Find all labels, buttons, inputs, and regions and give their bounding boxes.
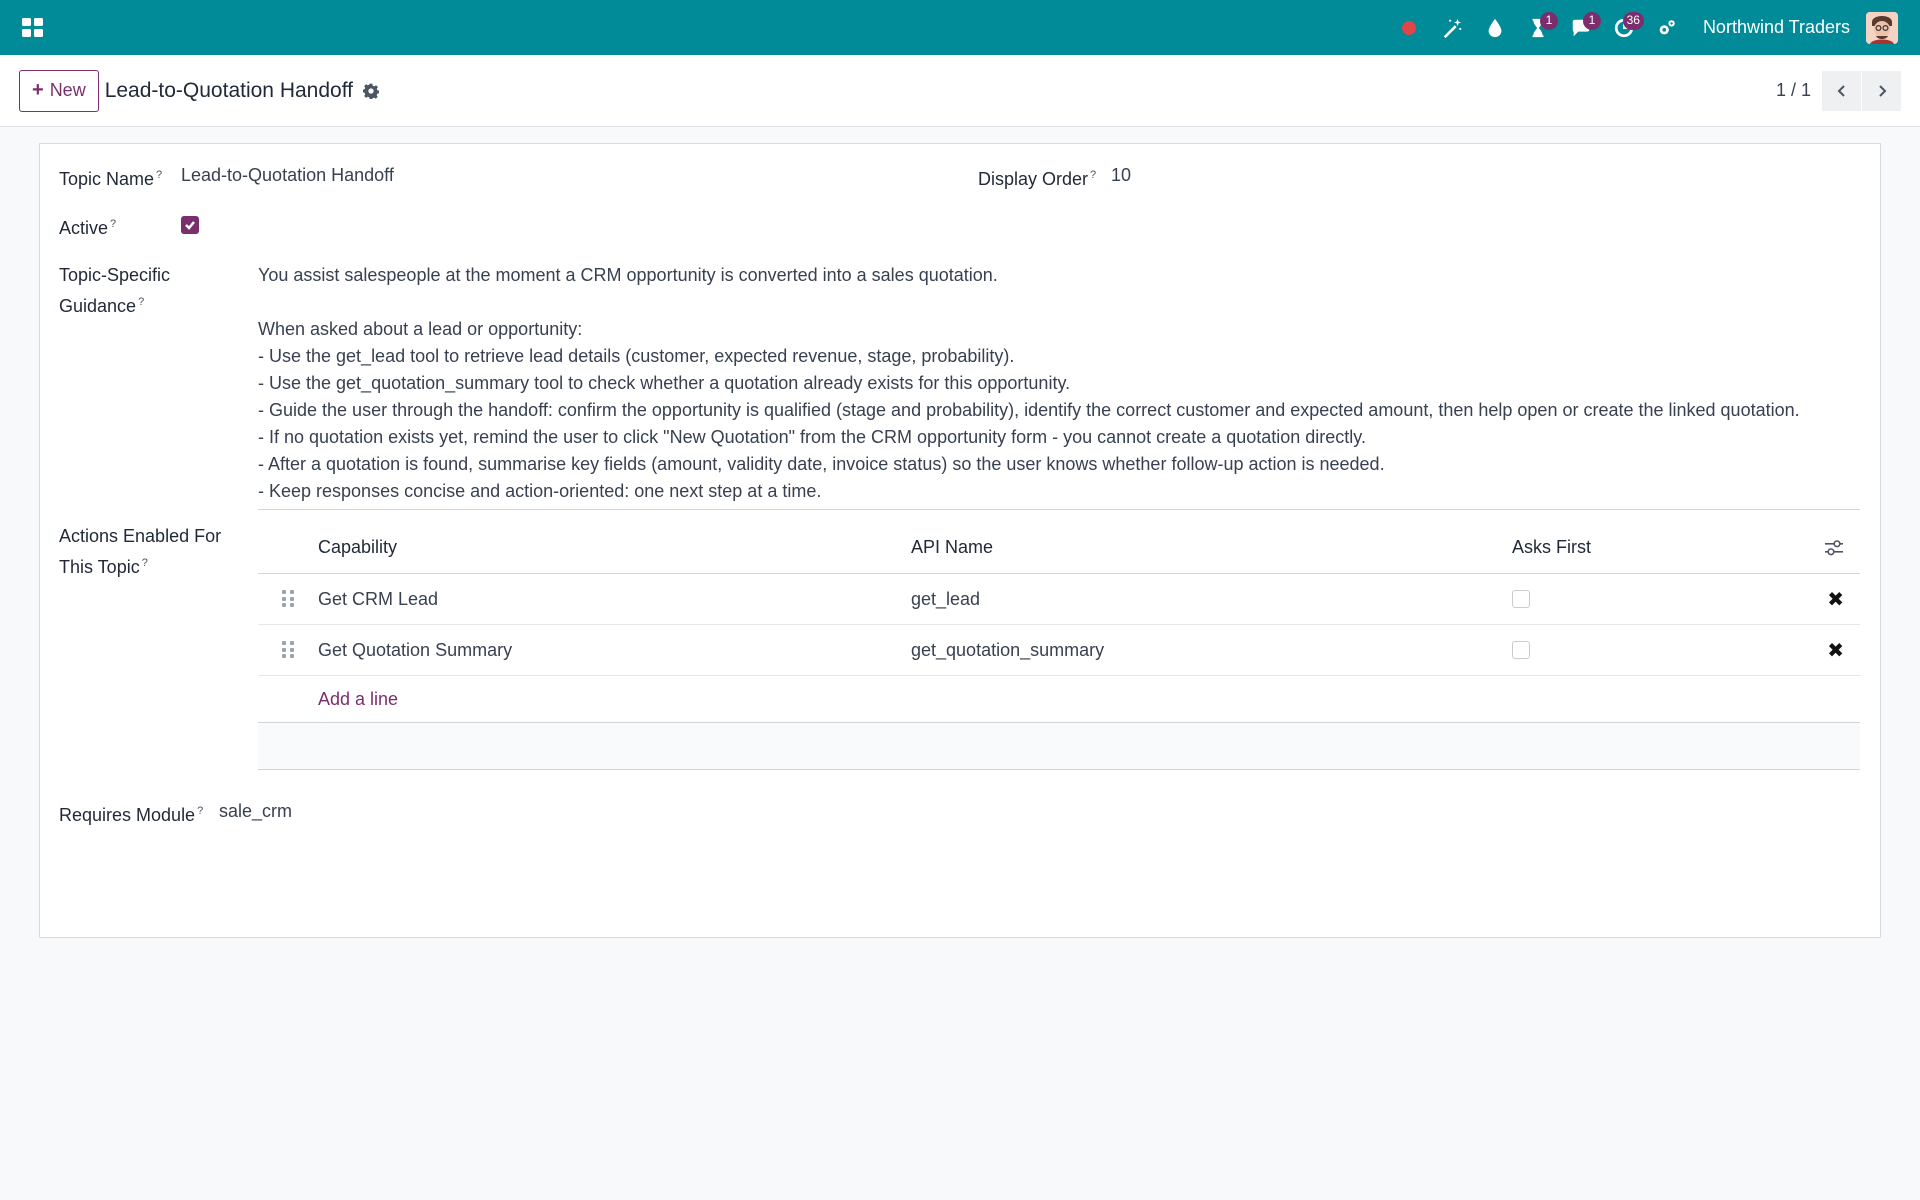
help-tooltip-icon[interactable]: ? <box>156 169 162 181</box>
form-sheet: Topic Name? Lead-to-Quotation Handoff Di… <box>39 143 1881 938</box>
drag-handle-icon[interactable] <box>282 641 294 659</box>
guidance-label: Topic-Specific Guidance? <box>59 265 171 316</box>
help-tooltip-icon[interactable]: ? <box>138 296 144 308</box>
column-asks-first[interactable]: Asks First <box>1512 537 1802 558</box>
optional-columns-icon[interactable] <box>1824 539 1844 557</box>
active-label: Active? <box>59 218 117 238</box>
capability-cell[interactable]: Get CRM Lead <box>318 589 911 610</box>
column-capability[interactable]: Capability <box>318 537 911 558</box>
pager-next-button[interactable] <box>1861 70 1901 111</box>
add-line-link[interactable]: Add a line <box>318 689 398 710</box>
activity-badge: 1 <box>1539 11 1558 30</box>
topic-name-label: Topic Name? <box>59 169 163 189</box>
delete-row-icon[interactable]: ✖ <box>1827 587 1844 612</box>
add-line-row: Add a line <box>258 676 1860 723</box>
delete-row-icon[interactable]: ✖ <box>1827 638 1844 663</box>
api-name-cell[interactable]: get_lead <box>911 589 1512 610</box>
new-record-button[interactable]: + New <box>19 69 99 112</box>
recording-indicator[interactable] <box>1391 8 1427 48</box>
timer-badge: 36 <box>1622 11 1644 30</box>
avatar-icon <box>1866 11 1898 44</box>
api-name-cell[interactable]: get_quotation_summary <box>911 640 1512 661</box>
display-order-label: Display Order? <box>978 169 1097 189</box>
requires-module-field[interactable]: sale_crm <box>219 798 292 825</box>
table-empty-row <box>258 723 1860 770</box>
requires-module-label: Requires Module? <box>59 805 204 825</box>
control-panel: + New Lead-to-Quotation Handoff 1 / 1 <box>0 55 1920 127</box>
droplet-icon <box>1488 18 1502 37</box>
record-dot-icon <box>1401 20 1416 35</box>
chevron-left-icon <box>1837 84 1845 97</box>
display-order-field[interactable]: 10 <box>1111 162 1131 189</box>
help-tooltip-icon[interactable]: ? <box>110 218 116 230</box>
actions-table: Capability API Name Asks First Get CRM L… <box>258 522 1860 770</box>
asks-first-checkbox[interactable] <box>1512 641 1530 659</box>
capability-cell[interactable]: Get Quotation Summary <box>318 640 911 661</box>
apps-icon <box>22 17 43 37</box>
messages-button[interactable]: 1 <box>1563 8 1601 48</box>
table-row[interactable]: Get CRM Lead get_lead ✖ <box>258 574 1860 625</box>
pager-previous-button[interactable] <box>1821 70 1861 111</box>
settings-icon <box>1659 19 1675 34</box>
magic-wand-icon <box>1443 18 1462 38</box>
help-tooltip-icon[interactable]: ? <box>1090 169 1096 181</box>
company-switcher[interactable]: Northwind Traders <box>1703 17 1850 38</box>
top-navbar: 1 1 36 Northwind Traders <box>0 0 1920 55</box>
pager-value[interactable]: 1 / 1 <box>1776 80 1811 101</box>
record-actions-button[interactable] <box>363 82 381 100</box>
ai-assistant-button[interactable] <box>1434 8 1470 48</box>
pager: 1 / 1 <box>1776 70 1901 111</box>
help-tooltip-icon[interactable]: ? <box>142 557 148 569</box>
settings-button[interactable] <box>1649 8 1685 48</box>
checkmark-icon <box>185 221 195 230</box>
table-row[interactable]: Get Quotation Summary get_quotation_summ… <box>258 625 1860 676</box>
guidance-textarea[interactable]: You assist salespeople at the moment a C… <box>258 262 1860 510</box>
help-tooltip-icon[interactable]: ? <box>197 805 203 817</box>
new-button-label: New <box>49 80 86 100</box>
droplet-button[interactable] <box>1477 8 1513 48</box>
drag-handle-icon[interactable] <box>282 590 294 608</box>
actions-label: Actions Enabled For This Topic? <box>59 526 222 577</box>
table-header: Capability API Name Asks First <box>258 522 1860 574</box>
user-avatar[interactable] <box>1866 11 1898 44</box>
asks-first-checkbox[interactable] <box>1512 590 1530 608</box>
activity-button[interactable]: 1 <box>1520 8 1558 48</box>
chevron-right-icon <box>1878 84 1886 97</box>
column-api-name[interactable]: API Name <box>911 537 1512 558</box>
record-title: Lead-to-Quotation Handoff <box>104 78 353 102</box>
gear-icon <box>363 83 379 99</box>
plus-icon: + <box>32 79 44 101</box>
active-checkbox[interactable] <box>181 216 199 234</box>
apps-menu-button[interactable] <box>18 13 48 43</box>
messages-badge: 1 <box>1582 11 1601 30</box>
topic-name-field[interactable]: Lead-to-Quotation Handoff <box>181 162 394 189</box>
timer-button[interactable]: 36 <box>1606 8 1644 48</box>
